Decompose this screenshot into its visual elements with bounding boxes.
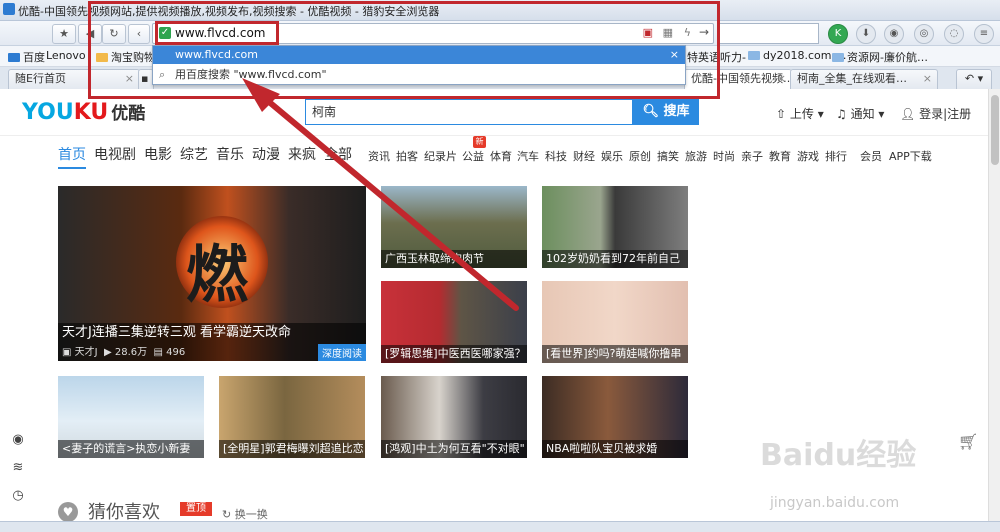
annotation-arrow xyxy=(242,78,519,311)
